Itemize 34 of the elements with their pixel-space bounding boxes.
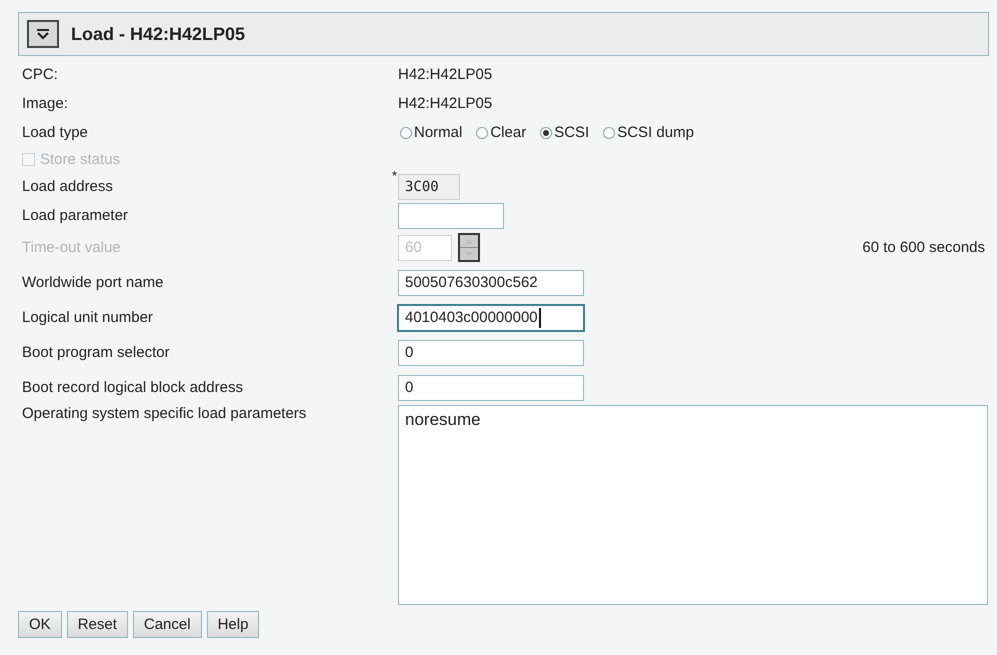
input-field[interactable]: 4010403c00000000 bbox=[398, 304, 584, 330]
field-label: Boot program selector bbox=[22, 344, 171, 361]
field-label: Image: bbox=[22, 95, 69, 112]
range-hint: 60 to 600 seconds bbox=[862, 239, 985, 256]
input-field[interactable]: 0 bbox=[398, 374, 584, 400]
dialog-button[interactable]: OK bbox=[18, 611, 62, 638]
field-label: Load address bbox=[22, 178, 114, 195]
input-field[interactable]: 3C00 bbox=[398, 174, 460, 200]
radio-option[interactable]: Clear bbox=[476, 124, 526, 141]
caret-icon bbox=[36, 28, 50, 40]
dialog-button[interactable]: Cancel bbox=[132, 611, 202, 638]
input-field[interactable]: 500507630300c562 bbox=[398, 270, 584, 296]
dialog-button[interactable]: Reset bbox=[66, 611, 128, 638]
input-field[interactable] bbox=[398, 202, 504, 228]
field-label: CPC: bbox=[22, 66, 59, 83]
field-label: Logical unit number bbox=[22, 309, 154, 326]
radio-option[interactable]: SCSI bbox=[540, 124, 590, 141]
field-label: Time-out value bbox=[22, 239, 122, 256]
radio-option[interactable]: SCSI dump bbox=[603, 124, 694, 141]
field-label: Operating system specific load parameters bbox=[22, 405, 308, 422]
field-label: Boot record logical block address bbox=[22, 379, 244, 396]
text-area[interactable]: noresume bbox=[398, 405, 988, 605]
spinner-arrows-icon[interactable] bbox=[458, 233, 480, 262]
collapse-button[interactable] bbox=[27, 20, 59, 48]
field-value: H42:H42LP05 bbox=[398, 95, 492, 112]
field-label: Worldwide port name bbox=[22, 274, 164, 291]
field-label: Load parameter bbox=[22, 207, 129, 224]
field-label: Load type bbox=[22, 124, 89, 141]
radio-option[interactable]: Normal bbox=[400, 124, 462, 141]
input-field[interactable]: 0 bbox=[398, 340, 584, 366]
window-title: Load - H42:H42LP05 bbox=[71, 24, 246, 44]
dialog-button[interactable]: Help bbox=[206, 611, 260, 638]
required-marker: * bbox=[392, 168, 398, 182]
field-value: H42:H42LP05 bbox=[398, 66, 492, 83]
